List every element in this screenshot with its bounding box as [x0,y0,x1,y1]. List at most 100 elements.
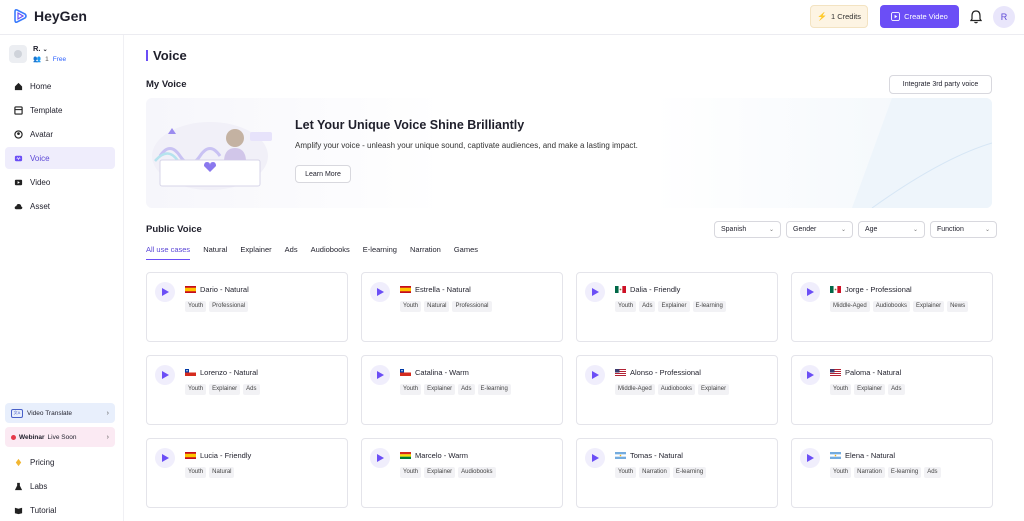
voice-tag: Ads [639,301,656,312]
voice-tags: Youth Explainer Audiobooks [400,467,556,478]
voice-card[interactable]: Dario - Natural Youth Professional [146,272,348,342]
create-video-button[interactable]: Create Video [880,5,959,28]
voice-card[interactable]: Alonso - Professional Middle-Aged Audiobo… [576,355,778,425]
voice-card[interactable]: Estrella - Natural Youth Natural Professio… [361,272,563,342]
top-bar: HeyGen ⚡ 1 Credits Create Video R [0,0,1024,35]
tab-narration[interactable]: Narration [410,245,441,260]
voice-card[interactable]: Tomas - Natural Youth Narration E-learning [576,438,778,508]
play-button[interactable] [155,365,175,385]
voice-tag: E-learning [672,467,707,478]
member-count: 1 [45,55,49,63]
tab-e-learning[interactable]: E-learning [363,245,397,260]
tab-natural[interactable]: Natural [203,245,227,260]
play-icon [806,454,814,462]
sidebar: R. ⌄ 👥 1 Free Home Template Avatar Voice… [0,35,124,521]
voice-name: Lucia - Friendly [200,451,252,460]
sidebar-item-labs[interactable]: Labs [5,475,115,497]
user-switcher[interactable]: R. ⌄ 👥 1 Free [9,44,66,63]
video-translate-label: Video Translate [27,409,73,417]
learn-more-button[interactable]: Learn More [295,165,351,183]
play-button[interactable] [370,448,390,468]
mx-flag-icon [615,286,626,293]
language-filter[interactable]: Spanish ⌄ [714,221,781,238]
voice-tags: Youth Explainer Ads E-learning [400,384,556,395]
play-button[interactable] [585,282,605,302]
voice-tag: Ads [243,384,260,395]
us-flag-icon [830,369,841,376]
filter-value: Gender [793,226,817,233]
play-icon [591,288,599,296]
voice-card[interactable]: Marcelo - Warm Youth Explainer Audiobooks [361,438,563,508]
chevron-right-icon: › [106,409,109,417]
voice-tag: Explainer [854,384,886,395]
tab-games[interactable]: Games [454,245,478,260]
gender-filter[interactable]: Gender ⌄ [786,221,853,238]
voice-card[interactable]: Lucia - Friendly Youth Natural [146,438,348,508]
play-button[interactable] [585,448,605,468]
sidebar-item-video[interactable]: Video [5,171,115,193]
integrate-voice-button[interactable]: Integrate 3rd party voice [889,75,992,94]
play-button[interactable] [800,448,820,468]
voice-card[interactable]: Catalina - Warm Youth Explainer Ads E-learn… [361,355,563,425]
play-button[interactable] [585,365,605,385]
voice-card[interactable]: Elena - Natural Youth Narration E-learning… [791,438,993,508]
banner-illustration-icon [152,122,272,190]
tab-ads[interactable]: Ads [285,245,298,260]
voice-tag: Audiobooks [872,301,911,312]
sidebar-item-avatar[interactable]: Avatar [5,123,115,145]
function-filter[interactable]: Function ⌄ [930,221,997,238]
sidebar-item-template[interactable]: Template [5,99,115,121]
sidebar-item-label: Labs [30,481,48,491]
voice-tag: Youth [615,301,637,312]
sidebar-item-asset[interactable]: Asset [5,195,115,217]
sidebar-item-voice[interactable]: Voice [5,147,115,169]
tab-explainer[interactable]: Explainer [240,245,271,260]
voice-card[interactable]: Lorenzo - Natural Youth Explainer Ads [146,355,348,425]
video-icon [14,179,23,185]
voice-tag: Middle-Aged [615,384,655,395]
page-title: Voice [146,48,187,63]
play-icon [591,454,599,462]
heygen-logo-icon [14,8,27,24]
chevron-down-icon: ⌄ [912,227,918,233]
tab-all-use-cases[interactable]: All use cases [146,245,191,260]
play-button[interactable] [370,365,390,385]
tab-audiobooks[interactable]: Audiobooks [311,245,350,260]
video-translate-promo[interactable]: 文A Video Translate › [5,403,115,423]
logo[interactable]: HeyGen [12,8,87,24]
voice-tags: Youth Narration E-learning [615,467,771,478]
pricing-icon [15,458,22,466]
play-button[interactable] [800,365,820,385]
bo-flag-icon [400,452,411,459]
voice-tag: Narration [639,467,670,478]
voice-card[interactable]: Paloma - Natural Youth Explainer Ads [791,355,993,425]
play-button[interactable] [155,282,175,302]
us-flag-icon [615,369,626,376]
play-button[interactable] [155,448,175,468]
webinar-promo[interactable]: Webinar Live Soon › [5,427,115,447]
bell-icon[interactable] [970,10,982,24]
play-button[interactable] [370,282,390,302]
voice-name: Elena - Natural [845,451,896,460]
play-icon [591,371,599,379]
my-voice-heading: My Voice [146,79,187,90]
voice-card[interactable]: Jorge - Professional Middle-Aged Audioboo… [791,272,993,342]
voice-card[interactable]: Dalia - Friendly Youth Ads Explainer E-lear… [576,272,778,342]
user-avatar[interactable]: R [993,6,1015,28]
sidebar-item-home[interactable]: Home [5,75,115,97]
voice-name: Jorge - Professional [845,285,912,294]
voice-tag: Professional [209,301,249,312]
voice-tags: Youth Narration E-learning Ads [830,467,986,478]
mx-flag-icon [830,286,841,293]
cl-flag-icon [400,369,411,376]
play-icon [376,454,384,462]
sidebar-item-label: Voice [30,153,50,163]
sidebar-item-pricing[interactable]: Pricing [5,451,115,473]
sidebar-item-tutorial[interactable]: Tutorial [5,499,115,521]
age-filter[interactable]: Age ⌄ [858,221,925,238]
voice-tag: Explainer [424,467,456,478]
play-button[interactable] [800,282,820,302]
home-icon [14,82,23,90]
credits-badge[interactable]: ⚡ 1 Credits [810,5,868,28]
voice-tags: Middle-Aged Audiobooks Explainer News [830,301,986,312]
